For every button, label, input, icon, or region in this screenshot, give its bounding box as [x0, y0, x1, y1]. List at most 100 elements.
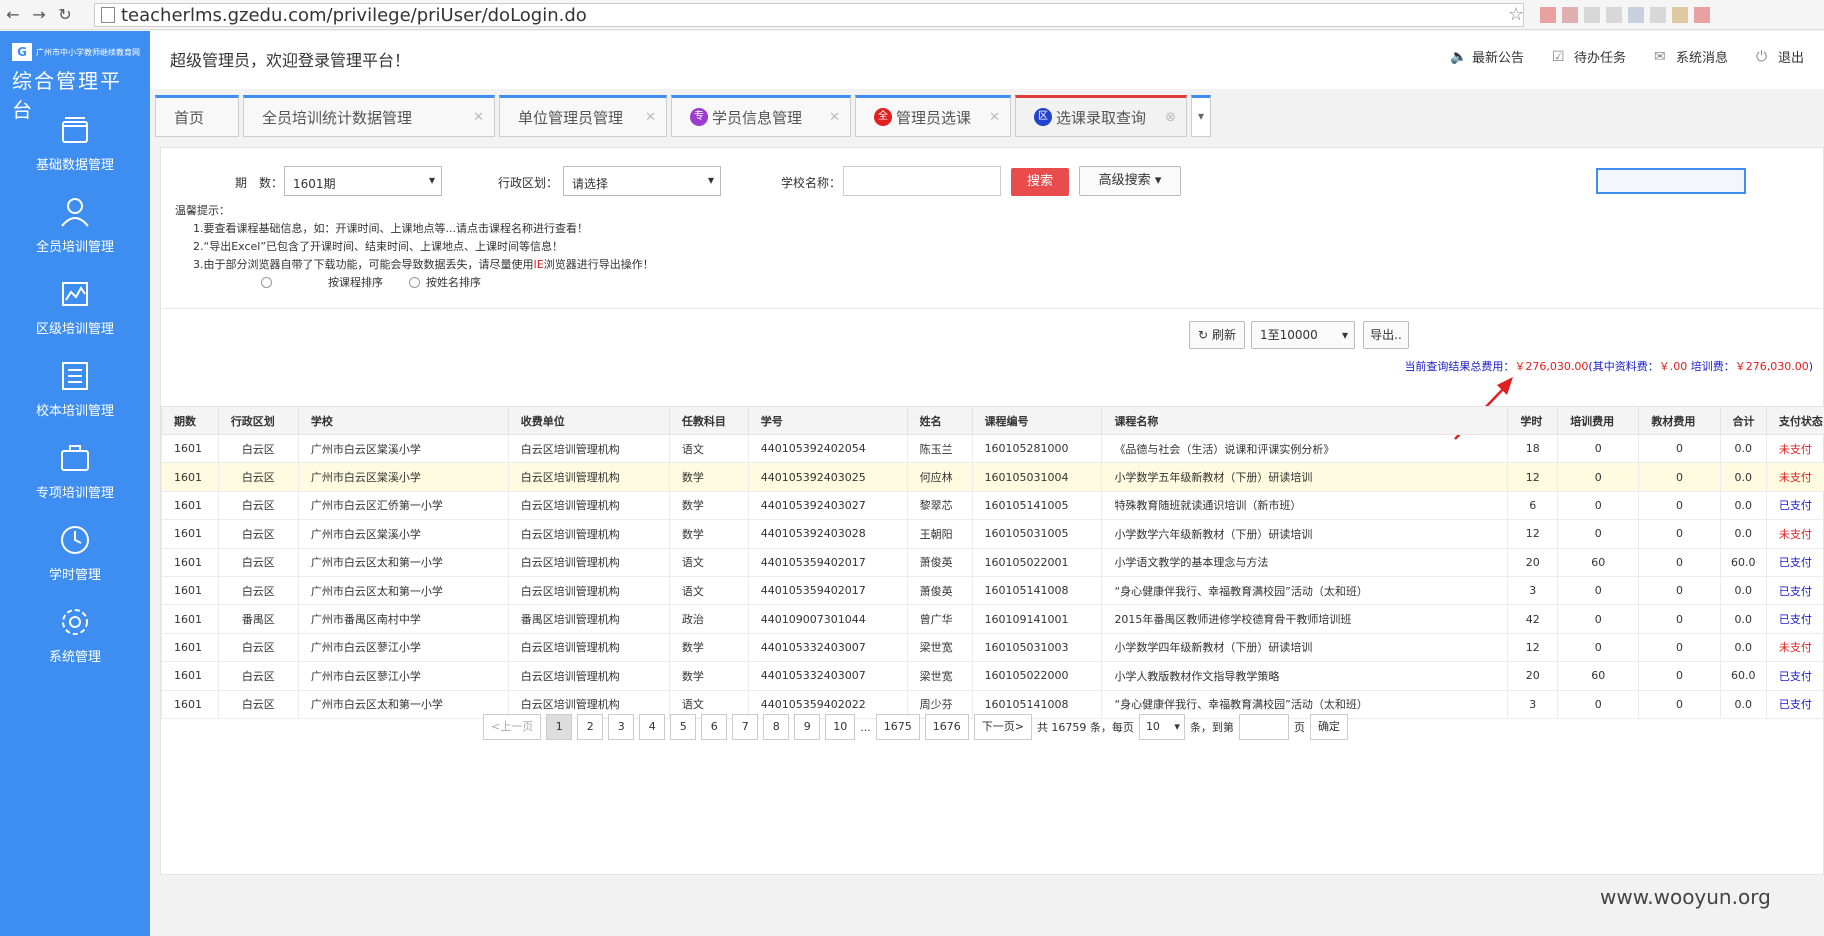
tab-unit-admin[interactable]: 单位管理员管理 ✕ [499, 95, 667, 137]
table-cell: 广州市白云区蓼江小学 [297, 661, 509, 691]
table-cell: 白云区培训管理机构 [507, 632, 670, 663]
course-name-link[interactable]: 特殊教育随班就读通识培训（新市班） [1101, 490, 1509, 521]
course-name-link[interactable]: 2015年番禺区教师进修学校德育骨干教师培训班 [1101, 604, 1509, 634]
caret-down-icon: ▾ [1341, 328, 1348, 342]
table-cell: 160105141008 [971, 575, 1103, 606]
messages-link[interactable]: ✉ 系统消息 [1654, 47, 1728, 67]
table-row[interactable]: 1601 白云区 广州市白云区棠溪小学 白云区培训管理机构 语文 440105392402… [161, 433, 1824, 464]
sort-course-radio[interactable] [261, 276, 272, 288]
page-button[interactable]: 9 [794, 714, 821, 740]
tab-home[interactable]: 首页 [155, 95, 239, 137]
welcome-text: 超级管理员，欢迎登录管理平台！ [170, 51, 411, 70]
per-page-select[interactable]: 10 [1138, 714, 1185, 740]
table-cell: 1601 [161, 661, 219, 691]
table-row[interactable]: 1601 白云区 广州市白云区太和第一小学 白云区培训管理机构 语文 4401053594… [161, 547, 1824, 577]
close-icon[interactable]: ✕ [631, 110, 656, 125]
announcement-link[interactable]: 🔈 最新公告 [1450, 47, 1524, 67]
tab-all-training-stats[interactable]: 全员培训统计数据管理 ✕ [243, 95, 495, 137]
page-button[interactable]: 3 [608, 714, 635, 740]
column-header: 学号 [747, 406, 908, 435]
table-cell: 160105031005 [971, 519, 1103, 549]
prev-page-button[interactable]: <上一页 [483, 714, 542, 740]
sort-name-radio[interactable] [409, 276, 420, 288]
district-select[interactable]: 请选择 [563, 166, 721, 196]
table-row[interactable]: 1601 白云区 广州市白云区蓼江小学 白云区培训管理机构 数学 440105332403… [161, 661, 1824, 691]
page-button[interactable]: 2 [577, 714, 604, 740]
sidebar-item-school-training[interactable]: 校本培训管理 [0, 347, 150, 429]
tab-more-chevron-down-icon[interactable]: ▾ [1191, 95, 1211, 137]
page-button[interactable]: 5 [670, 714, 697, 740]
table-cell: 160109141001 [971, 604, 1103, 634]
course-name-link[interactable]: 小学数学四年级新教材（下册）研读培训 [1101, 632, 1509, 663]
export-button[interactable]: 导出.. [1363, 321, 1409, 349]
table-cell: 黎翠芯 [906, 490, 973, 521]
page-button[interactable]: 4 [639, 714, 666, 740]
back-icon[interactable]: ← [0, 2, 26, 28]
table-cell: 440105332403007 [747, 632, 908, 663]
pagination: <上一页 1 2 3 4 5 6 7 8 9 10 ... 1675 1676 … [483, 714, 1348, 740]
course-name-link[interactable]: 小学人教版教材作文指导教学策略 [1101, 661, 1509, 691]
close-icon[interactable]: ✕ [815, 110, 840, 125]
table-row[interactable]: 1601 番禺区 广州市番禺区南村中学 番禺区培训管理机构 政治 440109007301… [161, 604, 1824, 634]
bookmark-star-icon[interactable]: ☆ [1508, 4, 1524, 25]
reload-icon[interactable]: ↻ [52, 2, 78, 28]
table-cell: 广州市白云区蓼江小学 [297, 632, 509, 663]
tab-enrollment-query[interactable]: 区 选课录取查询 ⊗ [1015, 95, 1187, 137]
course-name-link[interactable]: 小学数学五年级新教材（下册）研读培训 [1101, 462, 1509, 492]
table-cell: 160105022000 [971, 661, 1103, 691]
next-page-button[interactable]: 下一页> [973, 714, 1032, 740]
table-cell: 数学 [668, 490, 749, 521]
table-row[interactable]: 1601 白云区 广州市白云区棠溪小学 白云区培训管理机构 数学 440105392403… [161, 519, 1824, 549]
course-name-link[interactable]: “身心健康伴我行、幸福教育满校园”活动（太和班） [1101, 575, 1509, 606]
cost-total: ￥276,030.00 [1514, 360, 1589, 373]
column-header: 行政区划 [217, 406, 299, 435]
page-button[interactable]: 1675 [875, 714, 920, 740]
todo-link[interactable]: ☑ 待办任务 [1552, 47, 1626, 67]
table-row[interactable]: 1601 白云区 广州市白云区棠溪小学 白云区培训管理机构 数学 440105392403… [161, 462, 1824, 492]
tab-admin-course-select[interactable]: 全 管理员选课 ✕ [855, 95, 1011, 137]
close-icon[interactable]: ✕ [459, 110, 484, 125]
table-cell: 440105332403007 [747, 661, 908, 691]
logout-link[interactable]: ⏻ 退出 [1756, 47, 1804, 67]
sidebar-item-label: 学时管理 [48, 567, 101, 583]
sidebar-item-label: 区级培训管理 [35, 321, 114, 337]
table-cell: 未支付 [1765, 462, 1824, 492]
table-cell: 6 [1507, 490, 1559, 521]
page-button[interactable]: 6 [701, 714, 728, 740]
sidebar-item-special-training[interactable]: 专项培训管理 [0, 429, 150, 511]
school-name-input[interactable] [843, 166, 1001, 196]
table-row[interactable]: 1601 白云区 广州市白云区蓼江小学 白云区培训管理机构 数学 440105332403… [161, 632, 1824, 663]
table-row[interactable]: 1601 白云区 广州市白云区太和第一小学 白云区培训管理机构 语文 4401053594… [161, 575, 1824, 606]
tips-title: 温馨提示： [175, 204, 230, 217]
refresh-button[interactable]: ↻ 刷新 [1189, 321, 1245, 349]
confirm-button[interactable]: 确定 [1309, 714, 1348, 740]
course-name-link[interactable]: 《品德与社会（生活）说课和评课实例分析》 [1101, 433, 1509, 464]
page-button[interactable]: 8 [763, 714, 790, 740]
page-button[interactable]: 1676 [924, 714, 969, 740]
course-name-link[interactable]: 小学语文教学的基本理念与方法 [1101, 547, 1509, 577]
search-button[interactable]: 搜索 [1011, 168, 1069, 196]
table-cell: 18 [1507, 433, 1559, 464]
range-select[interactable]: 1至10000 ▾ [1251, 321, 1355, 349]
page-button[interactable]: 7 [732, 714, 759, 740]
tab-badge: 全 [874, 108, 892, 126]
close-icon[interactable]: ✕ [975, 110, 1000, 125]
sidebar-item-system[interactable]: 系统管理 [0, 593, 150, 675]
sidebar-item-hours[interactable]: 学时管理 [0, 511, 150, 593]
advanced-search-button[interactable]: 高级搜索 ▾ [1079, 166, 1181, 196]
page-button[interactable]: 10 [825, 714, 856, 740]
goto-page-input[interactable] [1238, 714, 1289, 740]
table-row[interactable]: 1601 白云区 广州市白云区汇侨第一小学 白云区培训管理机构 数学 4401053924… [161, 490, 1824, 521]
address-bar[interactable]: teacherlms.gzedu.com/privilege/priUser/d… [94, 3, 1524, 27]
sort-course-label: 按课程排序 [328, 276, 383, 289]
page-button[interactable]: 1 [546, 714, 573, 740]
course-name-link[interactable]: 小学数学六年级新教材（下册）研读培训 [1101, 519, 1509, 549]
table-cell: 0 [1557, 462, 1640, 492]
forward-icon[interactable]: → [26, 2, 52, 28]
range-value: 1至10000 [1260, 328, 1318, 342]
sidebar-item-all-training[interactable]: 全员培训管理 [0, 183, 150, 265]
period-select[interactable]: 1601期 [284, 166, 442, 196]
sidebar-item-district-training[interactable]: 区级培训管理 [0, 265, 150, 347]
close-icon[interactable]: ⊗ [1151, 110, 1176, 125]
tab-student-info[interactable]: 专 学员信息管理 ✕ [671, 95, 851, 137]
